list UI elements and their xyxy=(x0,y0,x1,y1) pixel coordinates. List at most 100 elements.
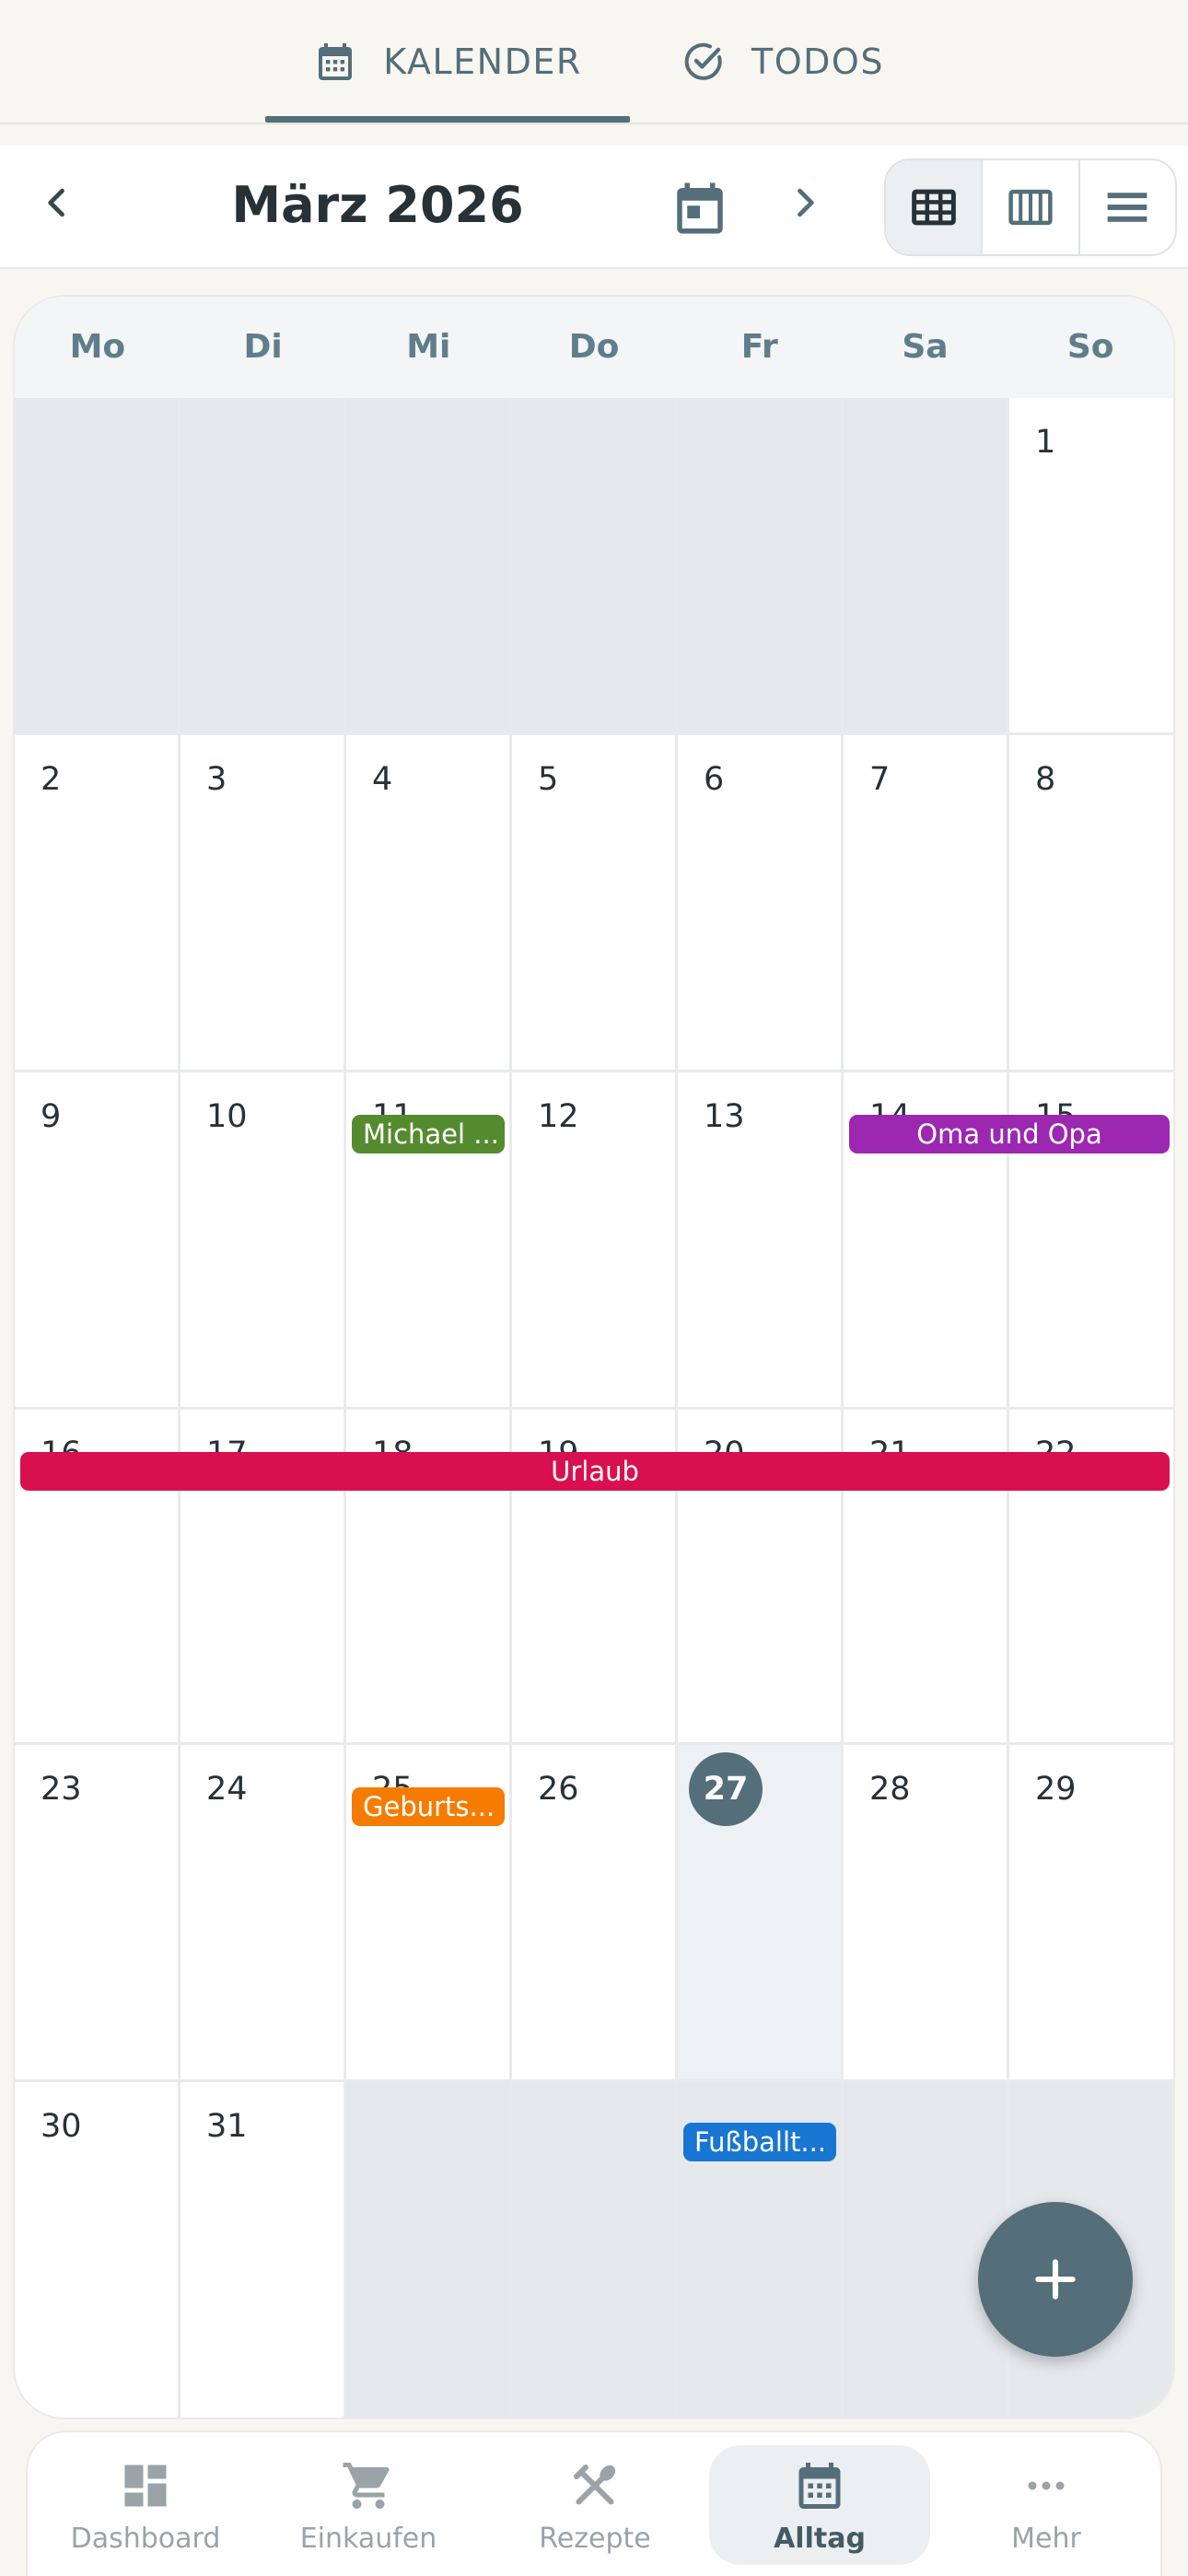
calendar-icon xyxy=(319,42,353,80)
calendar-icon xyxy=(798,2463,841,2509)
day-cell[interactable]: 7 xyxy=(844,735,1009,1072)
tab-kalender-label: KALENDER xyxy=(383,41,582,82)
event-chip[interactable]: Oma und Opa xyxy=(849,1115,1170,1153)
day-number: 28 xyxy=(869,1771,911,1808)
day-number: 3 xyxy=(206,761,227,798)
nav-label: Dashboard xyxy=(70,2523,221,2555)
event-chip[interactable]: Fußballt... xyxy=(683,2123,836,2161)
nav-einkaufen[interactable]: Einkaufen xyxy=(258,2445,479,2565)
month-calendar: Mo Di Mi Do Fr Sa So 1 2 3 4 5 6 7 8 9 1… xyxy=(13,295,1175,2419)
shopping-cart-icon xyxy=(343,2463,390,2509)
day-number: 31 xyxy=(206,2108,248,2145)
day-cell[interactable]: 2 xyxy=(15,735,181,1072)
weekday-label: So xyxy=(1066,328,1114,366)
view-switcher xyxy=(884,158,1177,256)
bottom-navigation: Dashboard Einkaufen Rezepte Alltag Mehr xyxy=(26,2430,1162,2576)
event-chip[interactable]: Geburts... xyxy=(352,1787,505,1826)
day-number: 2 xyxy=(41,761,62,798)
today-button[interactable] xyxy=(663,171,737,245)
month-title: März 2026 xyxy=(231,176,524,234)
list-view-button[interactable] xyxy=(1080,160,1175,254)
check-circle-icon xyxy=(684,42,722,80)
chevron-left-icon xyxy=(48,188,64,217)
day-cell-today[interactable]: 27 xyxy=(678,1745,844,2082)
day-cell[interactable]: 8 xyxy=(1009,735,1173,1072)
day-cell[interactable]: 9 xyxy=(15,1072,181,1410)
plus-icon xyxy=(1035,2259,1076,2300)
day-number: 30 xyxy=(41,2108,82,2145)
calendar-today-icon xyxy=(677,182,723,234)
tab-todos-label: TODOS xyxy=(751,41,884,82)
day-cell-empty xyxy=(512,2082,678,2418)
active-tab-indicator xyxy=(265,116,630,123)
next-month-button[interactable] xyxy=(775,173,834,232)
weekday-header: Mo Di Mi Do Fr Sa So xyxy=(15,297,1173,398)
day-number: 9 xyxy=(41,1098,62,1135)
today-marker: 27 xyxy=(689,1752,763,1826)
day-number: 10 xyxy=(206,1098,248,1135)
month-view-button[interactable] xyxy=(886,160,984,254)
day-cell-empty xyxy=(678,398,844,735)
weekday-label: Sa xyxy=(902,328,949,366)
event-chip[interactable]: Urlaub xyxy=(20,1452,1170,1491)
day-cell[interactable]: 12 xyxy=(512,1072,678,1410)
day-number: 1 xyxy=(1035,424,1056,461)
nav-alltag[interactable]: Alltag xyxy=(709,2445,930,2565)
day-cell[interactable]: 10 xyxy=(181,1072,346,1410)
week-view-button[interactable] xyxy=(983,160,1080,254)
day-number: 29 xyxy=(1035,1771,1077,1808)
day-cell[interactable]: 24 xyxy=(181,1745,346,2082)
previous-month-button[interactable] xyxy=(28,173,87,232)
day-cell[interactable]: 26 xyxy=(512,1745,678,2082)
chevron-right-icon xyxy=(798,188,814,217)
tab-kalender[interactable]: KALENDER xyxy=(265,0,630,123)
day-cell[interactable]: 23 xyxy=(15,1745,181,2082)
day-cell-empty xyxy=(15,398,181,735)
list-rows-icon xyxy=(1107,193,1147,222)
nav-rezepte[interactable]: Rezepte xyxy=(484,2445,705,2565)
day-cell[interactable]: 28 xyxy=(844,1745,1009,2082)
event-chip[interactable]: Michael ... xyxy=(352,1115,505,1153)
nav-label: Mehr xyxy=(1011,2523,1081,2555)
nav-dashboard[interactable]: Dashboard xyxy=(35,2445,256,2565)
nav-label: Rezepte xyxy=(539,2523,651,2555)
day-cell-empty xyxy=(181,398,346,735)
day-cell[interactable]: 4 xyxy=(346,735,512,1072)
day-cell[interactable]: 3 xyxy=(181,735,346,1072)
weekday-label: Mo xyxy=(69,328,126,366)
weekday-label: Di xyxy=(243,328,283,366)
day-cell[interactable]: 5 xyxy=(512,735,678,1072)
nav-label: Einkaufen xyxy=(299,2523,437,2555)
month-grid-icon xyxy=(911,189,956,226)
day-cell-empty xyxy=(512,398,678,735)
day-number: 5 xyxy=(538,761,559,798)
day-number: 4 xyxy=(372,761,393,798)
day-number: 8 xyxy=(1035,761,1056,798)
nav-mehr[interactable]: Mehr xyxy=(936,2445,1157,2565)
day-cell-empty xyxy=(844,398,1009,735)
day-number: 12 xyxy=(538,1098,579,1135)
weekday-label: Do xyxy=(568,328,620,366)
weekday-label: Fr xyxy=(740,328,778,366)
day-cell[interactable]: 31 xyxy=(181,2082,346,2418)
top-tab-bar: KALENDER TODOS xyxy=(0,0,1188,124)
utensils-icon xyxy=(574,2465,616,2505)
day-cell-empty xyxy=(346,2082,512,2418)
add-event-button[interactable] xyxy=(978,2202,1133,2357)
day-cell[interactable]: 29 xyxy=(1009,1745,1173,2082)
day-cell[interactable]: 1 xyxy=(1009,398,1173,735)
week-columns-icon xyxy=(1008,189,1053,226)
dashboard-icon xyxy=(124,2465,167,2507)
weekday-label: Mi xyxy=(406,328,451,366)
tab-todos[interactable]: TODOS xyxy=(663,0,903,123)
day-cell-empty xyxy=(346,398,512,735)
day-cell[interactable]: 30 xyxy=(15,2082,181,2418)
day-number: 24 xyxy=(206,1771,248,1808)
day-cell[interactable]: 6 xyxy=(678,735,844,1072)
day-number: 13 xyxy=(704,1098,745,1135)
day-number: 26 xyxy=(538,1771,579,1808)
day-cell[interactable]: 13 xyxy=(678,1072,844,1410)
more-dots-icon xyxy=(1028,2481,1065,2490)
day-number: 23 xyxy=(41,1771,82,1808)
nav-label: Alltag xyxy=(774,2523,866,2555)
